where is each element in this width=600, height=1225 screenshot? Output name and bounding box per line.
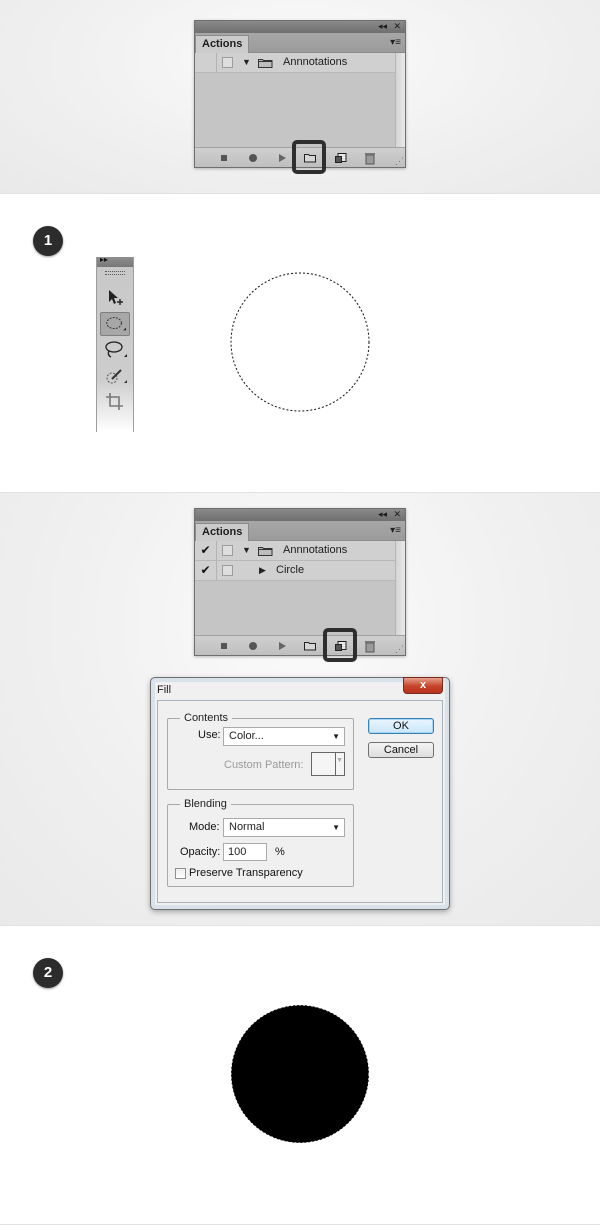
dialog-title: Fill [157,684,172,696]
toggle-item-checkbox[interactable]: ✔ [195,561,217,580]
preserve-transparency-label: Preserve Transparency [189,867,303,879]
panel-menu-icon[interactable]: ▾≡ [390,526,401,536]
move-tool-icon[interactable] [100,285,130,309]
quick-select-icon[interactable] [100,364,130,388]
lasso-icon[interactable] [100,338,130,362]
custom-pattern-label: Custom Pattern: [224,759,304,771]
panel-titlebar: ◂◂ ✕ [195,21,405,33]
action-set-row[interactable]: ▼ Annnotations [195,53,395,73]
dialog-toggle-box[interactable] [222,545,233,556]
tools-grip[interactable] [105,271,125,275]
action-set-row[interactable]: ✔ ▼ Annnotations [195,541,395,561]
trash-icon[interactable] [363,639,377,653]
actions-list: ▼ Annnotations [195,53,405,147]
collapse-icon[interactable]: ◂◂ [378,20,387,32]
play-icon[interactable] [275,639,289,653]
tab-actions[interactable]: Actions [195,35,249,53]
pattern-picker: ▼ [311,752,345,776]
dialog-toggle-box[interactable] [222,565,233,576]
use-value: Color... [229,730,264,742]
opacity-input[interactable]: 100 [223,843,267,861]
tab-actions[interactable]: Actions [195,523,249,541]
scrollbar[interactable] [395,541,405,635]
contents-legend: Contents [180,712,233,724]
record-icon[interactable] [246,639,260,653]
fill-dialog: Fill x Contents Use: Color... ▼ Custom P… [150,677,450,910]
action-set-label: Annnotations [283,56,348,68]
filled-circle [230,1004,370,1144]
close-button[interactable]: x [403,677,443,694]
collapsed-triangle-icon[interactable]: ▶ [259,561,266,580]
mode-select[interactable]: Normal ▼ [223,818,345,837]
panel-footer: ⋰ [195,635,405,655]
use-label: Use: [198,729,221,741]
expand-panel-icon[interactable]: ▸▸ [100,255,108,264]
trash-icon[interactable] [363,151,377,165]
tools-panel: ▸▸ [96,255,134,432]
preserve-transparency-checkbox[interactable] [175,868,186,879]
new-set-icon[interactable] [303,639,317,653]
panel-tabbar: Actions ▾≡ [195,521,405,541]
collapse-icon[interactable]: ◂◂ [378,508,387,520]
blending-legend: Blending [180,798,231,810]
dropdown-arrow-icon: ▼ [332,732,340,741]
panel-tabbar: Actions ▾≡ [195,33,405,53]
stop-icon[interactable] [217,151,231,165]
ellipse-marquee-icon[interactable] [100,312,130,336]
record-icon[interactable] [246,151,260,165]
opacity-unit: % [275,846,285,858]
step-badge-2: 2 [33,958,63,988]
pattern-dropdown-icon: ▼ [336,757,343,764]
blending-group: Blending Mode: Normal ▼ Opacity: 100 % P… [167,798,354,887]
action-row[interactable]: ✔ ▶ Circle [195,561,395,581]
dropdown-arrow-icon: ▼ [332,823,340,832]
resize-grip-icon[interactable]: ⋰ [395,156,404,167]
tools-titlebar: ▸▸ [97,255,133,267]
stop-icon[interactable] [217,639,231,653]
actions-list: ✔ ▼ Annnotations ✔ ▶ Circle [195,541,405,635]
folder-icon [258,59,273,68]
panel-menu-icon[interactable]: ▾≡ [390,38,401,48]
new-action-icon[interactable] [334,151,348,165]
cancel-button[interactable]: Cancel [368,742,434,758]
close-icon[interactable]: ✕ [393,20,401,32]
mode-value: Normal [229,821,265,833]
folder-icon [258,547,273,556]
action-label: Circle [276,564,305,576]
step-badge-1: 1 [33,226,63,256]
resize-grip-icon[interactable]: ⋰ [395,644,404,655]
play-icon[interactable] [275,151,289,165]
action-set-label: Annnotations [283,544,348,556]
use-select[interactable]: Color... ▼ [223,727,345,746]
ok-button[interactable]: OK [368,718,434,734]
expand-triangle-icon[interactable]: ▼ [242,53,251,72]
mode-label: Mode: [189,821,220,833]
circle-selection [230,272,370,412]
highlight-new-set-button [292,140,326,174]
toggle-item-checkbox[interactable] [195,53,217,72]
opacity-label: Opacity: [180,846,221,858]
crop-icon[interactable] [100,389,130,413]
highlight-new-action-button [323,628,357,662]
dialog-toggle-box[interactable] [222,57,233,68]
expand-triangle-icon[interactable]: ▼ [242,541,251,560]
dialog-body: Contents Use: Color... ▼ Custom Pattern:… [157,700,443,903]
toggle-item-checkbox[interactable]: ✔ [195,541,217,560]
panel-titlebar: ◂◂ ✕ [195,509,405,521]
actions-panel-2: ◂◂ ✕ Actions ▾≡ ✔ ▼ Annnotations ✔ ▶ Cir… [194,508,406,656]
contents-group: Contents Use: Color... ▼ Custom Pattern:… [167,712,354,790]
close-icon[interactable]: ✕ [393,508,401,520]
scrollbar[interactable] [395,53,405,147]
